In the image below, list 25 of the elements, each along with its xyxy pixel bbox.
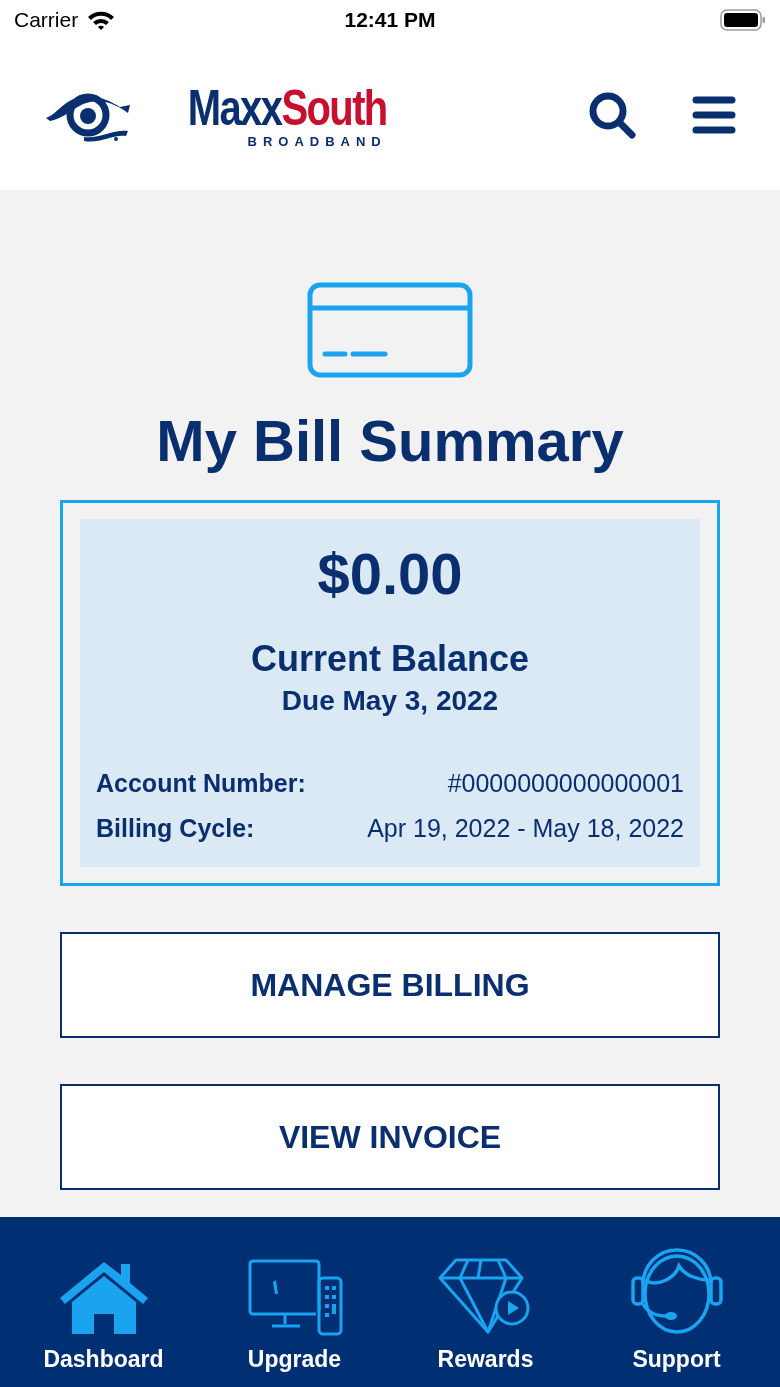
logo-text: Maxx xyxy=(187,82,282,133)
detail-value: #0000000000000001 xyxy=(447,769,684,798)
tab-item[interactable]: Dashboard xyxy=(13,1217,194,1387)
detail-label: Account Number: xyxy=(96,769,306,798)
carrier-name: Carrier xyxy=(14,8,79,32)
action-button[interactable]: VIEW INVOICE xyxy=(60,1084,720,1190)
tab-item[interactable]: Rewards xyxy=(395,1217,576,1387)
credit-card-icon xyxy=(307,282,473,378)
headset-agent-icon xyxy=(628,1248,725,1336)
clock-time: 12:41 PM xyxy=(344,8,436,31)
tab-item[interactable]: Support xyxy=(586,1217,767,1387)
logo-text: South xyxy=(281,82,387,133)
action-button[interactable]: MANAGE BILLING xyxy=(60,932,720,1038)
tv-remote-icon xyxy=(246,1258,343,1336)
menu-icon[interactable] xyxy=(692,96,736,134)
detail-value: Apr 19, 2022 - May 18, 2022 xyxy=(367,814,684,843)
wifi-icon xyxy=(86,9,117,31)
balance-amount: $0.00 xyxy=(317,545,463,603)
due-date: Due May 3, 2022 xyxy=(281,685,499,717)
balance-label: Current Balance xyxy=(250,641,530,677)
search-icon[interactable] xyxy=(588,91,636,139)
logo-tagline: BROADBAND xyxy=(247,134,387,148)
tab-item[interactable]: Upgrade xyxy=(204,1217,385,1387)
detail-label: Billing Cycle: xyxy=(96,814,255,843)
battery-icon xyxy=(720,9,766,31)
